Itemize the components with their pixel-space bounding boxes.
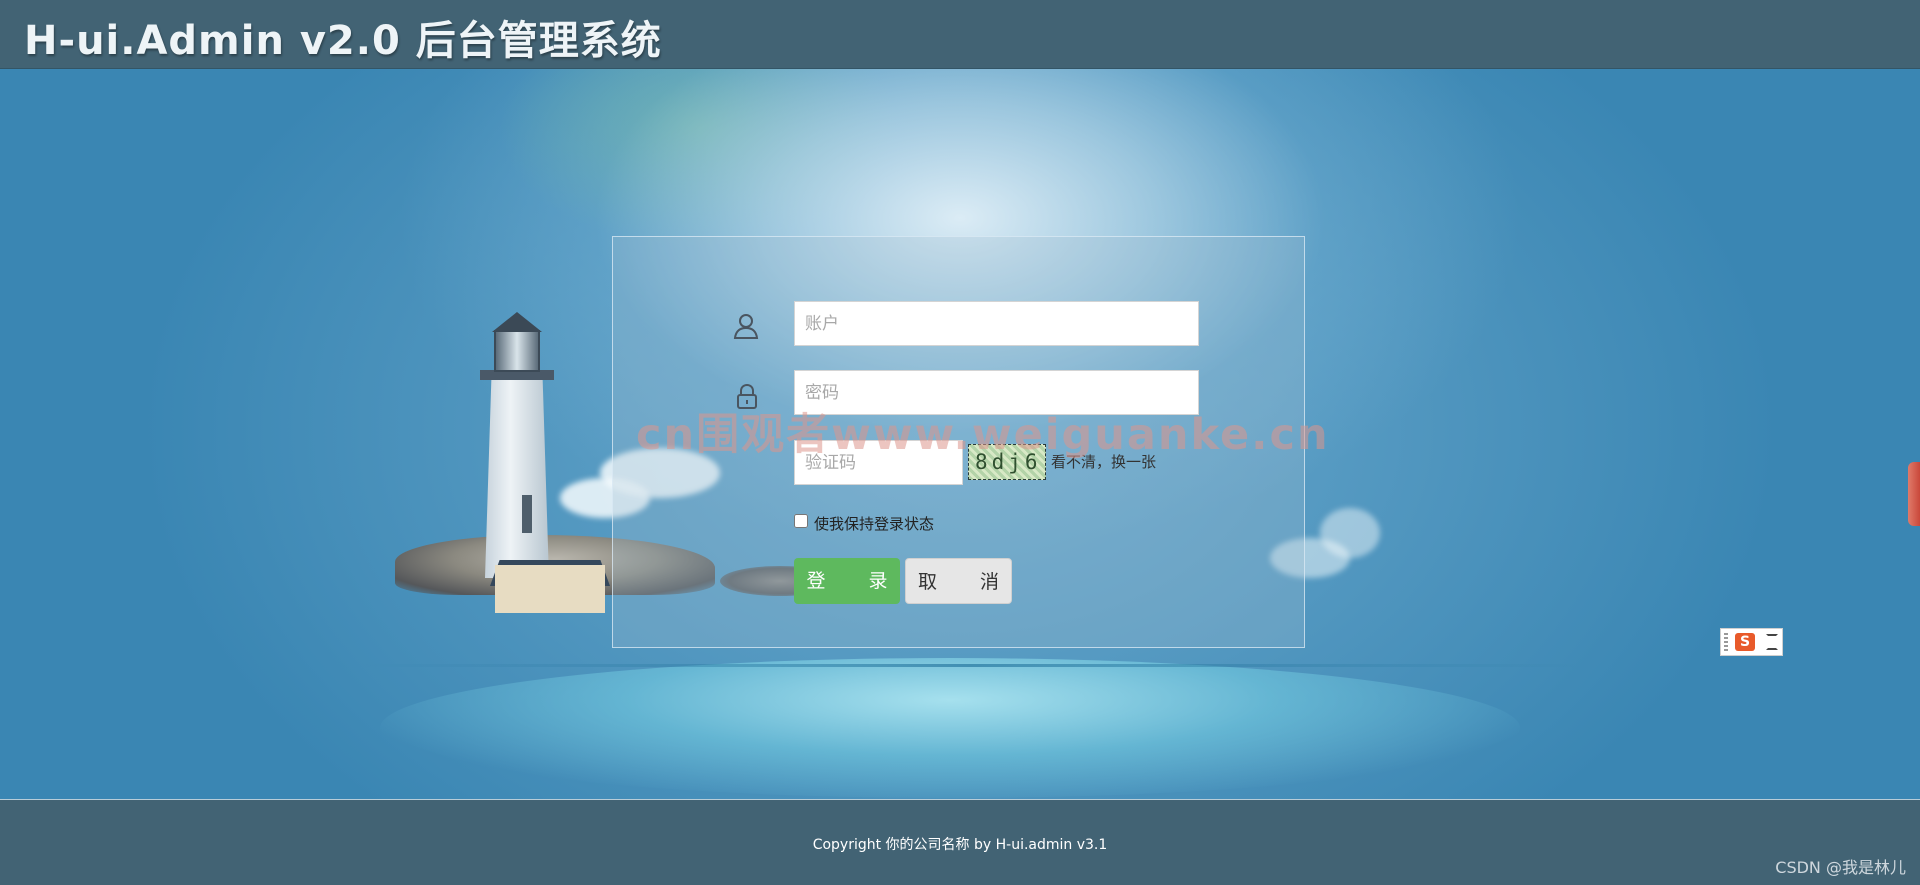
app-title: H-ui.Admin v2.0 后台管理系统 <box>24 18 662 64</box>
keeper-house <box>495 565 605 613</box>
footer-bar: Copyright 你的公司名称 by H-ui.admin v3.1 CSDN… <box>0 799 1920 885</box>
lighthouse-door <box>522 495 532 533</box>
account-input[interactable] <box>794 301 1199 346</box>
sogou-logo-icon[interactable]: S <box>1735 633 1755 651</box>
ime-toolbar[interactable]: S <box>1720 628 1783 656</box>
watermark: cn围观者www.weiguanke.cn <box>636 410 1330 460</box>
footer-copyright: Copyright 你的公司名称 by H-ui.admin v3.1 <box>812 837 1108 853</box>
login-page: H-ui.Admin v2.0 后台管理系统 账户 验证码 8dj6 看不清，换… <box>0 0 1920 885</box>
horizon-line <box>360 664 1580 667</box>
login-button[interactable]: 登 录 <box>794 558 900 604</box>
user-icon <box>731 311 761 341</box>
sea <box>380 658 1520 798</box>
expand-icon[interactable] <box>1766 634 1778 650</box>
header-bar: H-ui.Admin v2.0 后台管理系统 <box>0 0 1920 69</box>
remember-checkbox[interactable] <box>794 514 808 528</box>
lighthouse-tower <box>485 378 549 578</box>
edge-scroll-indicator[interactable] <box>1908 462 1920 526</box>
csdn-credit: CSDN @我是林儿 <box>1775 858 1906 877</box>
cancel-button[interactable]: 取 消 <box>905 558 1012 604</box>
grip-icon[interactable] <box>1724 633 1728 651</box>
lighthouse-lantern <box>494 330 540 372</box>
cloud <box>1320 508 1380 558</box>
remember-label[interactable]: 使我保持登录状态 <box>814 513 934 534</box>
